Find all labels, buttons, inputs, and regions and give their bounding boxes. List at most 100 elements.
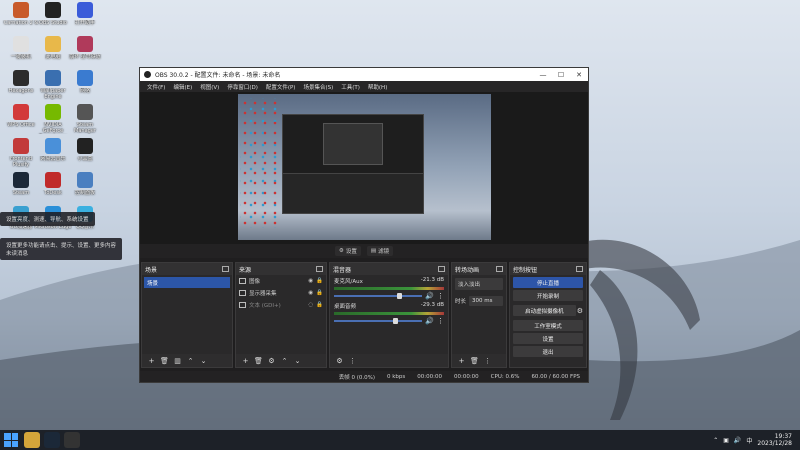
minimize-button[interactable]: — [534, 71, 552, 79]
lock-icon[interactable]: 🔒 [316, 278, 323, 284]
transitions-dock-title: 转场动画 [455, 266, 480, 274]
source-row[interactable]: 图像 ◉ 🔒 [236, 275, 326, 287]
mixer-dock-header: 混音器 [330, 263, 448, 275]
add-icon[interactable]: + [457, 357, 466, 365]
menu-view[interactable]: 视图(V) [196, 83, 223, 91]
notification-toast-2[interactable]: 设置更多功能请点击、提示、设置、更多内容 未读消息 [0, 238, 123, 260]
menu-scene-collection[interactable]: 场景集合(S) [299, 83, 337, 91]
app-icon [13, 172, 29, 188]
maximize-button[interactable]: ☐ [552, 71, 570, 79]
trash-icon[interactable]: 🗑 [160, 357, 169, 365]
menu-file[interactable]: 文件(F) [143, 83, 169, 91]
gear-icon[interactable]: ⚙ [335, 357, 344, 365]
window-titlebar[interactable]: OBS 30.0.2 - 配置文件: 未命名 - 场景: 未命名 — ☐ ✕ [140, 68, 588, 81]
desktop-icon[interactable]: 崩坏 星穹铁道 [66, 36, 104, 72]
duration-input[interactable]: 300 ms [469, 296, 503, 306]
chevron-down-icon[interactable]: ⌄ [293, 357, 302, 365]
obs-taskbar-icon[interactable] [64, 432, 80, 448]
chevron-up-icon[interactable]: ⌃ [713, 437, 718, 444]
steam-icon[interactable] [44, 432, 60, 448]
channel-name: 桌面音频 [334, 304, 357, 310]
undock-icon[interactable] [438, 266, 445, 272]
desktop-icon[interactable]: 网络 [66, 70, 104, 106]
stop-streaming-button[interactable]: 停止直播 [513, 277, 583, 288]
file-explorer-icon[interactable] [24, 432, 40, 448]
start-recording-button[interactable]: 开始录制 [513, 290, 583, 301]
desktop-icon[interactable]: 小黑盒 [66, 138, 104, 174]
dropped-frames: 丢帧 0 (0.0%) [338, 374, 375, 381]
undock-icon[interactable] [496, 266, 503, 272]
desktop-icon[interactable]: Steam Manager [66, 104, 104, 140]
app-icon [77, 104, 93, 120]
lock-icon[interactable]: 🔒 [316, 302, 323, 308]
scene-settings-label: 设置 [345, 249, 357, 255]
menu-edit[interactable]: 编辑(E) [169, 83, 196, 91]
network-icon[interactable]: ▣ [723, 437, 729, 444]
exit-button[interactable]: 退出 [513, 346, 583, 357]
chevron-down-icon[interactable]: ⌄ [199, 357, 208, 365]
scene-filters-button[interactable]: ▤ 滤镜 [366, 246, 394, 256]
add-icon[interactable]: + [147, 357, 156, 365]
taskbar: ⌃ ▣ 🔊 中 19:37 2023/12/28 [0, 430, 800, 450]
clock[interactable]: 19:37 2023/12/28 [757, 433, 792, 447]
chevron-up-icon[interactable]: ⌃ [186, 357, 195, 365]
speaker-icon[interactable]: 🔊 [425, 317, 434, 325]
text-icon [239, 302, 246, 308]
more-options-icon[interactable]: ⋮ [483, 357, 492, 365]
more-options-icon[interactable]: ⋮ [437, 292, 444, 300]
source-row[interactable]: 显示器采集 ◉ 🔒 [236, 287, 326, 299]
app-icon [77, 36, 93, 52]
menu-tools[interactable]: 工具(T) [337, 83, 364, 91]
volume-knob[interactable] [397, 293, 403, 299]
start-virtual-camera-button[interactable]: 启动虚拟摄像机 [513, 305, 576, 316]
volume-slider[interactable] [334, 293, 423, 299]
eye-icon[interactable]: ◉ [308, 278, 313, 284]
notification-toast[interactable]: 设置亮度、测速、导航、系统设置 [0, 212, 95, 226]
undock-icon[interactable] [316, 266, 323, 272]
menu-profile[interactable]: 配置文件(P) [262, 83, 300, 91]
record-time: 00:00:00 [453, 373, 479, 380]
chevron-up-icon[interactable]: ⌃ [280, 357, 289, 365]
transition-type-select[interactable]: 淡入淡出 [455, 278, 503, 290]
speaker-icon[interactable]: 🔊 [425, 292, 434, 300]
eye-icon[interactable]: ◉ [308, 290, 313, 296]
menu-docks[interactable]: 停靠窗口(D) [223, 83, 262, 91]
transitions-dock-footer: + 🗑 ⋮ [452, 354, 506, 367]
more-options-icon[interactable]: ⋮ [437, 317, 444, 325]
start-button[interactable] [4, 433, 18, 447]
lock-icon[interactable]: 🔒 [316, 290, 323, 296]
close-button[interactable]: ✕ [570, 71, 588, 79]
volume-meter [334, 312, 444, 315]
volume-knob[interactable] [392, 318, 398, 324]
scene-item[interactable]: 场景 [144, 277, 230, 288]
channel-db: -21.3 dB [420, 277, 444, 283]
trash-icon[interactable]: 🗑 [254, 357, 263, 365]
settings-button[interactable]: 设置 [513, 333, 583, 344]
trash-icon[interactable]: 🗑 [470, 357, 479, 365]
desktop-icon[interactable]: 打开助手 [66, 2, 104, 38]
gear-icon[interactable]: ⚙ [267, 357, 276, 365]
scene-settings-button[interactable]: ⚙ 设置 [334, 246, 361, 256]
scene-filters-label: 滤镜 [378, 249, 390, 255]
source-name: 文本 (GDI+) [249, 303, 281, 309]
speaker-icon[interactable]: 🔊 [734, 437, 741, 444]
eye-off-icon[interactable]: ◌ [308, 302, 313, 308]
filter-icon[interactable]: ▥ [173, 357, 182, 365]
source-row[interactable]: 文本 (GDI+) ◌ 🔒 [236, 299, 326, 311]
controls-dock-title: 控制按钮 [513, 266, 538, 274]
app-icon [13, 2, 29, 18]
undock-icon[interactable] [222, 266, 229, 272]
controls-dock-header: 控制按钮 [510, 263, 586, 275]
studio-mode-button[interactable]: 工作室模式 [513, 320, 583, 331]
more-options-icon[interactable]: ⋮ [348, 357, 357, 365]
preview-desktop-icons [240, 98, 280, 228]
gear-icon[interactable]: ⚙ [577, 307, 583, 315]
undock-icon[interactable] [576, 266, 583, 272]
program-preview[interactable] [238, 94, 491, 240]
volume-slider[interactable] [334, 318, 423, 324]
add-icon[interactable]: + [241, 357, 250, 365]
input-language[interactable]: 中 [746, 436, 752, 445]
menu-help[interactable]: 帮助(H) [364, 83, 391, 91]
gear-icon: ⚙ [338, 248, 344, 254]
desktop-icon[interactable]: 控制面板 [66, 172, 104, 208]
